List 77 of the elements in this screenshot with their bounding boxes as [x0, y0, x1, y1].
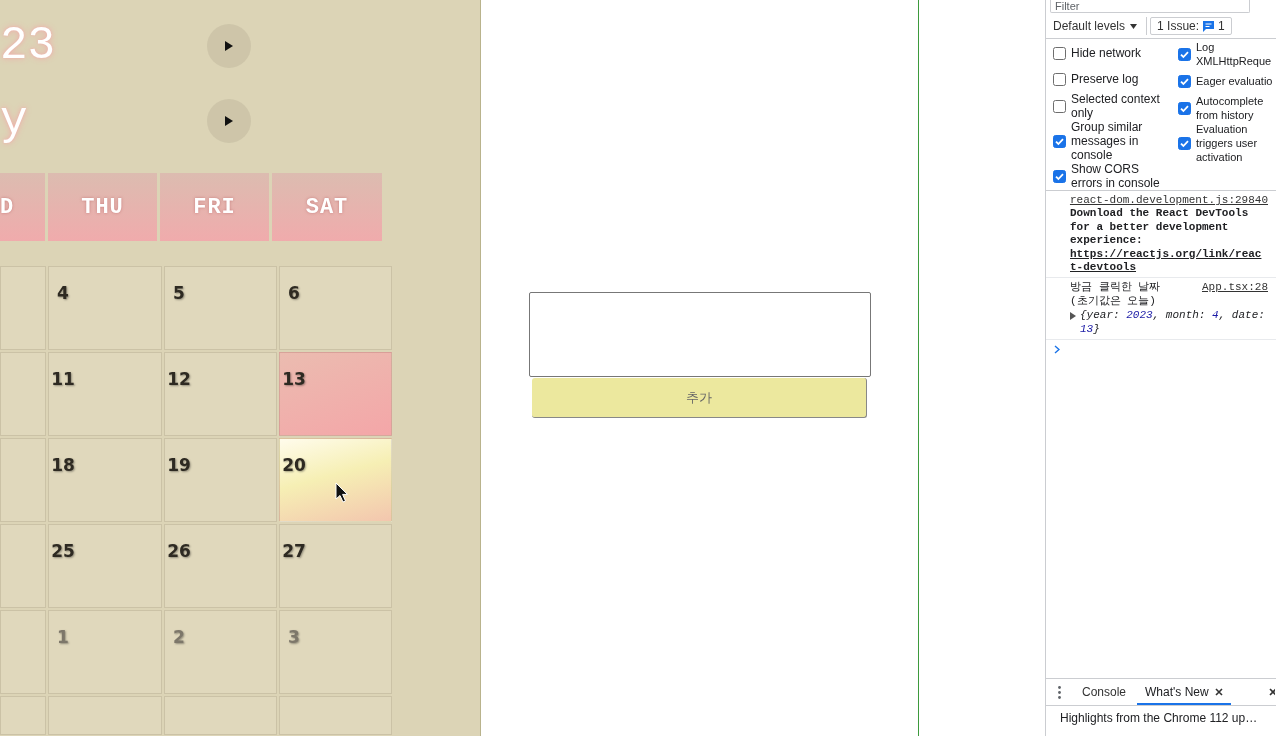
calendar-cell[interactable]: 5 — [164, 266, 277, 350]
day-number: 27 — [281, 541, 307, 562]
checkbox-label: Autocomplete from history — [1196, 94, 1265, 122]
weekday-header: D — [0, 173, 45, 241]
console-link[interactable]: https://reactjs.org/link/react-devtools — [1070, 247, 1268, 275]
checkbox[interactable] — [1178, 74, 1191, 88]
checkbox[interactable] — [1053, 169, 1066, 183]
checkbox-label: Hide network — [1071, 46, 1143, 60]
calendar-cell[interactable]: 6 — [279, 266, 392, 350]
day-number: 26 — [166, 541, 192, 562]
checkbox[interactable] — [1053, 72, 1066, 86]
weekday-header: FRI — [160, 173, 269, 241]
message-icon — [1203, 20, 1215, 32]
add-button[interactable]: 추가 — [532, 378, 867, 418]
memo-input-field[interactable] — [528, 292, 871, 377]
calendar-cell[interactable]: 20 — [279, 438, 392, 522]
calendar-cell[interactable]: 26 — [164, 524, 277, 608]
drawer-tab[interactable]: Console — [1074, 679, 1135, 705]
checkbox-label: Group similar messages in console — [1071, 120, 1144, 162]
checkbox[interactable] — [1053, 99, 1066, 113]
checkbox-label: Evaluation triggers user activation — [1196, 122, 1259, 164]
source-link[interactable]: App.tsx:28 — [1202, 281, 1268, 295]
checkbox[interactable] — [1178, 47, 1191, 61]
day-number: 2 — [172, 627, 186, 648]
calendar-cell[interactable]: 13 — [279, 352, 392, 436]
object-preview: {year: 2023, month: 4, date: 13} — [1080, 309, 1266, 337]
calendar-cell[interactable]: 27 — [279, 524, 392, 608]
next-button[interactable] — [207, 99, 251, 143]
triangle-icon — [225, 41, 233, 51]
vertical-dots-icon[interactable] — [1058, 685, 1061, 699]
checkbox-label: Eager evaluatio — [1196, 74, 1274, 88]
checkbox-label: Log XMLHttpReque — [1196, 40, 1273, 68]
caret-icon — [1130, 23, 1138, 29]
calendar-cell[interactable]: 12 — [164, 352, 277, 436]
console-message: 방금 클릭한 날짜(초기값은 오늘) — [1070, 281, 1162, 309]
day-number: 6 — [287, 283, 301, 304]
year-heading: 23 — [0, 24, 56, 68]
calendar-cell[interactable]: 25 — [48, 524, 162, 608]
day-number: 19 — [166, 455, 192, 476]
next-button[interactable] — [207, 24, 251, 68]
day-number: 11 — [50, 369, 76, 390]
calendar-cell[interactable]: 19 — [164, 438, 277, 522]
weekday-header: THU — [48, 173, 157, 241]
drawer-tab[interactable]: What's New — [1137, 679, 1231, 705]
checkbox[interactable] — [1178, 101, 1191, 115]
whats-new-text: Highlights from the Chrome 112 up… — [1060, 711, 1258, 725]
day-number: 1 — [56, 627, 70, 648]
month-heading: y — [0, 99, 28, 143]
checkbox[interactable] — [1053, 46, 1066, 60]
checkbox[interactable] — [1178, 136, 1191, 150]
day-number: 3 — [287, 627, 301, 648]
day-number: 20 — [281, 455, 307, 476]
weekday-header: SAT — [272, 173, 382, 241]
issues-button[interactable]: 1 Issue: 1 — [1150, 17, 1232, 35]
calendar-cell[interactable]: 4 — [48, 266, 162, 350]
checkbox[interactable] — [1053, 134, 1066, 148]
checkbox-label: Selected context only — [1071, 92, 1161, 120]
day-number: 4 — [56, 283, 70, 304]
console-message: Download the React DevTools for a better development experience: https://reactjs.org/link/react-devtools — [1070, 207, 1268, 275]
day-number: 5 — [172, 283, 186, 304]
levels-dropdown[interactable]: Default levels — [1051, 19, 1140, 33]
day-number: 12 — [166, 369, 192, 390]
close-icon[interactable] — [1269, 688, 1275, 696]
calendar-cell[interactable]: 11 — [48, 352, 162, 436]
triangle-icon — [225, 116, 233, 126]
filter-field[interactable]: Filter — [1050, 0, 1250, 13]
mouse-pointer-icon — [335, 482, 349, 503]
prompt-chevron-icon — [1054, 345, 1060, 355]
expand-triangle-icon[interactable] — [1070, 312, 1076, 321]
day-number: 18 — [50, 455, 76, 476]
close-icon[interactable] — [1214, 688, 1223, 696]
calendar-cell[interactable]: 18 — [48, 438, 162, 522]
source-link[interactable]: react-dom.development.js:29840 — [1069, 194, 1268, 208]
day-number: 25 — [50, 541, 76, 562]
day-number: 13 — [281, 369, 307, 390]
checkbox-label: Preserve log — [1071, 72, 1140, 86]
checkbox-label: Show CORS errors in console — [1071, 162, 1161, 190]
